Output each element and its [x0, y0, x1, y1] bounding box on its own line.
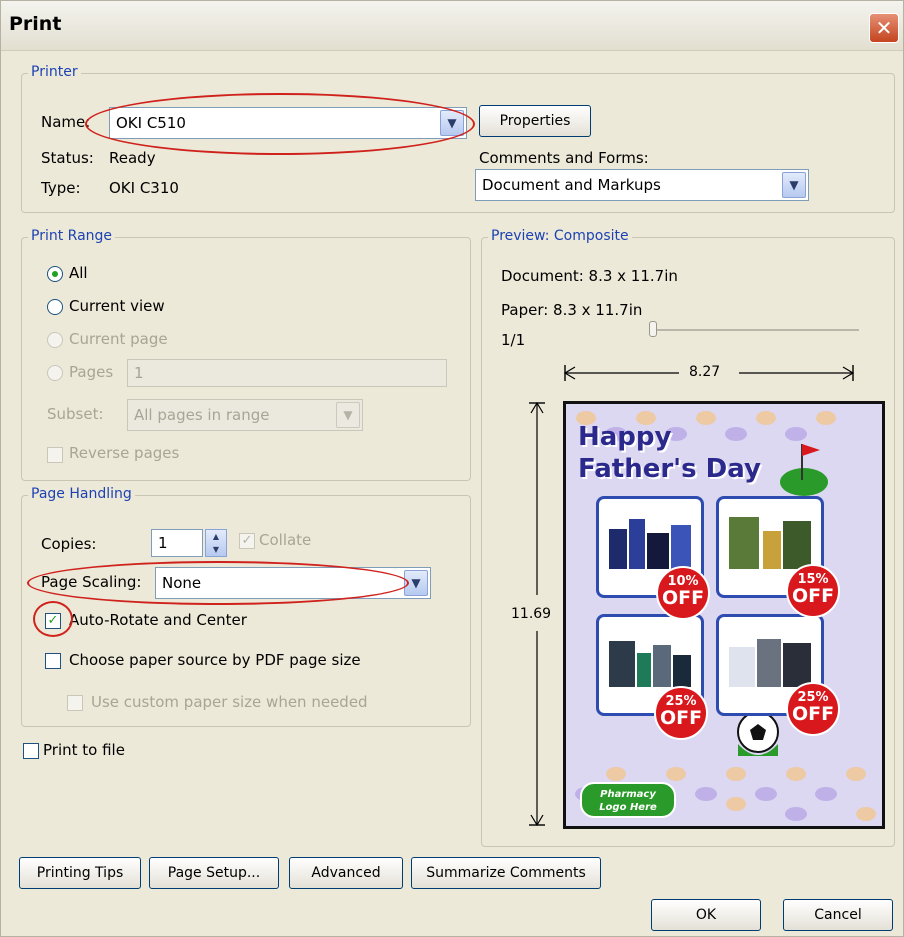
copies-label: Copies: [41, 535, 97, 553]
status-value: Ready [109, 149, 156, 167]
title-bar: Print ✕ [1, 1, 903, 51]
poster-title-line1: Happy [578, 422, 672, 452]
printing-tips-button[interactable]: Printing Tips [19, 857, 141, 889]
pharmacy-logo-line2: Logo Here [599, 802, 657, 813]
product-image [609, 519, 691, 569]
width-dimension-label: 8.27 [689, 364, 721, 380]
page-counter: 1/1 [501, 331, 526, 349]
cancel-button[interactable]: Cancel [783, 899, 893, 931]
range-all-radio[interactable] [47, 266, 63, 282]
spin-up-icon[interactable]: ▲ [206, 530, 226, 543]
custom-paper-label[interactable]: Use custom paper size when needed [91, 693, 368, 711]
page-preview: Happy Father's Day 10% OFF 15% OFF 25% O… [563, 401, 885, 829]
ok-label: OK [695, 907, 717, 923]
range-current-page-radio[interactable] [47, 332, 63, 348]
discount-off: OFF [659, 707, 703, 729]
close-button[interactable]: ✕ [869, 13, 899, 43]
choose-paper-checkbox[interactable] [45, 653, 61, 669]
type-label: Type: [41, 179, 81, 197]
subset-select[interactable]: All pages in range ▼ [127, 399, 363, 431]
chevron-down-icon[interactable]: ▼ [404, 570, 428, 596]
auto-rotate-label[interactable]: Auto-Rotate and Center [69, 611, 247, 629]
properties-button-label: Properties [499, 113, 571, 129]
dialog-title: Print [9, 13, 62, 35]
comments-forms-value: Document and Markups [482, 176, 661, 194]
poster-title-line2: Father's Day [578, 454, 761, 484]
pharmacy-logo: Pharmacy Logo Here [580, 782, 676, 818]
reverse-pages-checkbox[interactable] [47, 447, 63, 463]
chevron-down-icon[interactable]: ▼ [440, 110, 464, 136]
print-range-legend: Print Range [28, 228, 116, 244]
discount-off: OFF [791, 703, 835, 725]
range-current-view-label[interactable]: Current view [69, 297, 165, 315]
print-to-file-checkbox[interactable] [23, 743, 39, 759]
auto-rotate-checkbox[interactable]: ✓ [45, 613, 61, 629]
custom-paper-checkbox[interactable] [67, 695, 83, 711]
discount-badge: 10% OFF [656, 566, 710, 620]
page-setup-button[interactable]: Page Setup... [149, 857, 279, 889]
copies-spinner[interactable]: ▲ ▼ [205, 529, 227, 557]
pages-input[interactable]: 1 [127, 359, 447, 387]
reverse-pages-label[interactable]: Reverse pages [69, 444, 179, 462]
discount-off: OFF [661, 587, 705, 609]
printer-name-value: OKI C510 [116, 114, 186, 132]
print-dialog: Print ✕ Printer Name: OKI C510 ▼ Status:… [0, 0, 904, 937]
copies-input[interactable]: 1 [151, 529, 203, 557]
subset-value: All pages in range [134, 406, 270, 424]
cancel-label: Cancel [814, 907, 862, 923]
name-label: Name: [41, 113, 91, 131]
collate-label[interactable]: Collate [259, 531, 311, 549]
page-scaling-label: Page Scaling: [41, 573, 142, 591]
page-slider-track[interactable] [653, 329, 859, 331]
range-current-page-label[interactable]: Current page [69, 330, 168, 348]
product-image [729, 639, 811, 687]
copies-value: 1 [158, 534, 168, 552]
range-pages-radio[interactable] [47, 365, 63, 381]
print-to-file-label[interactable]: Print to file [43, 741, 125, 759]
subset-label: Subset: [47, 405, 104, 423]
comments-forms-label: Comments and Forms: [479, 149, 649, 167]
close-icon: ✕ [875, 16, 893, 40]
range-pages-label[interactable]: Pages [69, 363, 113, 381]
choose-paper-label[interactable]: Choose paper source by PDF page size [69, 651, 361, 669]
status-label: Status: [41, 149, 94, 167]
paper-size-text: Paper: 8.3 x 11.7in [501, 301, 643, 319]
page-setup-label: Page Setup... [167, 865, 261, 881]
range-current-view-radio[interactable] [47, 299, 63, 315]
page-scaling-select[interactable]: None ▼ [155, 567, 431, 599]
ok-button[interactable]: OK [651, 899, 761, 931]
range-all-label[interactable]: All [69, 264, 88, 282]
document-size-text: Document: 8.3 x 11.7in [501, 267, 678, 285]
advanced-label: Advanced [311, 865, 381, 881]
discount-badge: 25% OFF [786, 682, 840, 736]
printer-name-select[interactable]: OKI C510 ▼ [109, 107, 467, 139]
page-scaling-value: None [162, 574, 202, 592]
collate-checkbox[interactable]: ✓ [239, 533, 255, 549]
height-dimension-label: 11.69 [511, 606, 552, 622]
discount-badge: 25% OFF [654, 686, 708, 740]
properties-button[interactable]: Properties [479, 105, 591, 137]
type-value: OKI C310 [109, 179, 179, 197]
pages-input-value: 1 [134, 364, 144, 382]
summarize-comments-button[interactable]: Summarize Comments [411, 857, 601, 889]
chevron-down-icon[interactable]: ▼ [782, 172, 806, 198]
summarize-comments-label: Summarize Comments [426, 865, 586, 881]
printing-tips-label: Printing Tips [36, 865, 124, 881]
page-handling-legend: Page Handling [28, 486, 135, 502]
chevron-down-icon[interactable]: ▼ [336, 402, 360, 428]
preview-legend: Preview: Composite [488, 228, 632, 244]
spin-down-icon[interactable]: ▼ [206, 543, 226, 556]
comments-forms-select[interactable]: Document and Markups ▼ [475, 169, 809, 201]
pharmacy-logo-line1: Pharmacy [600, 789, 656, 800]
page-slider-thumb[interactable] [649, 321, 657, 337]
discount-off: OFF [791, 585, 835, 607]
discount-badge: 15% OFF [786, 564, 840, 618]
product-image [609, 641, 691, 687]
advanced-button[interactable]: Advanced [289, 857, 403, 889]
product-image [729, 517, 811, 569]
printer-legend: Printer [28, 64, 81, 80]
